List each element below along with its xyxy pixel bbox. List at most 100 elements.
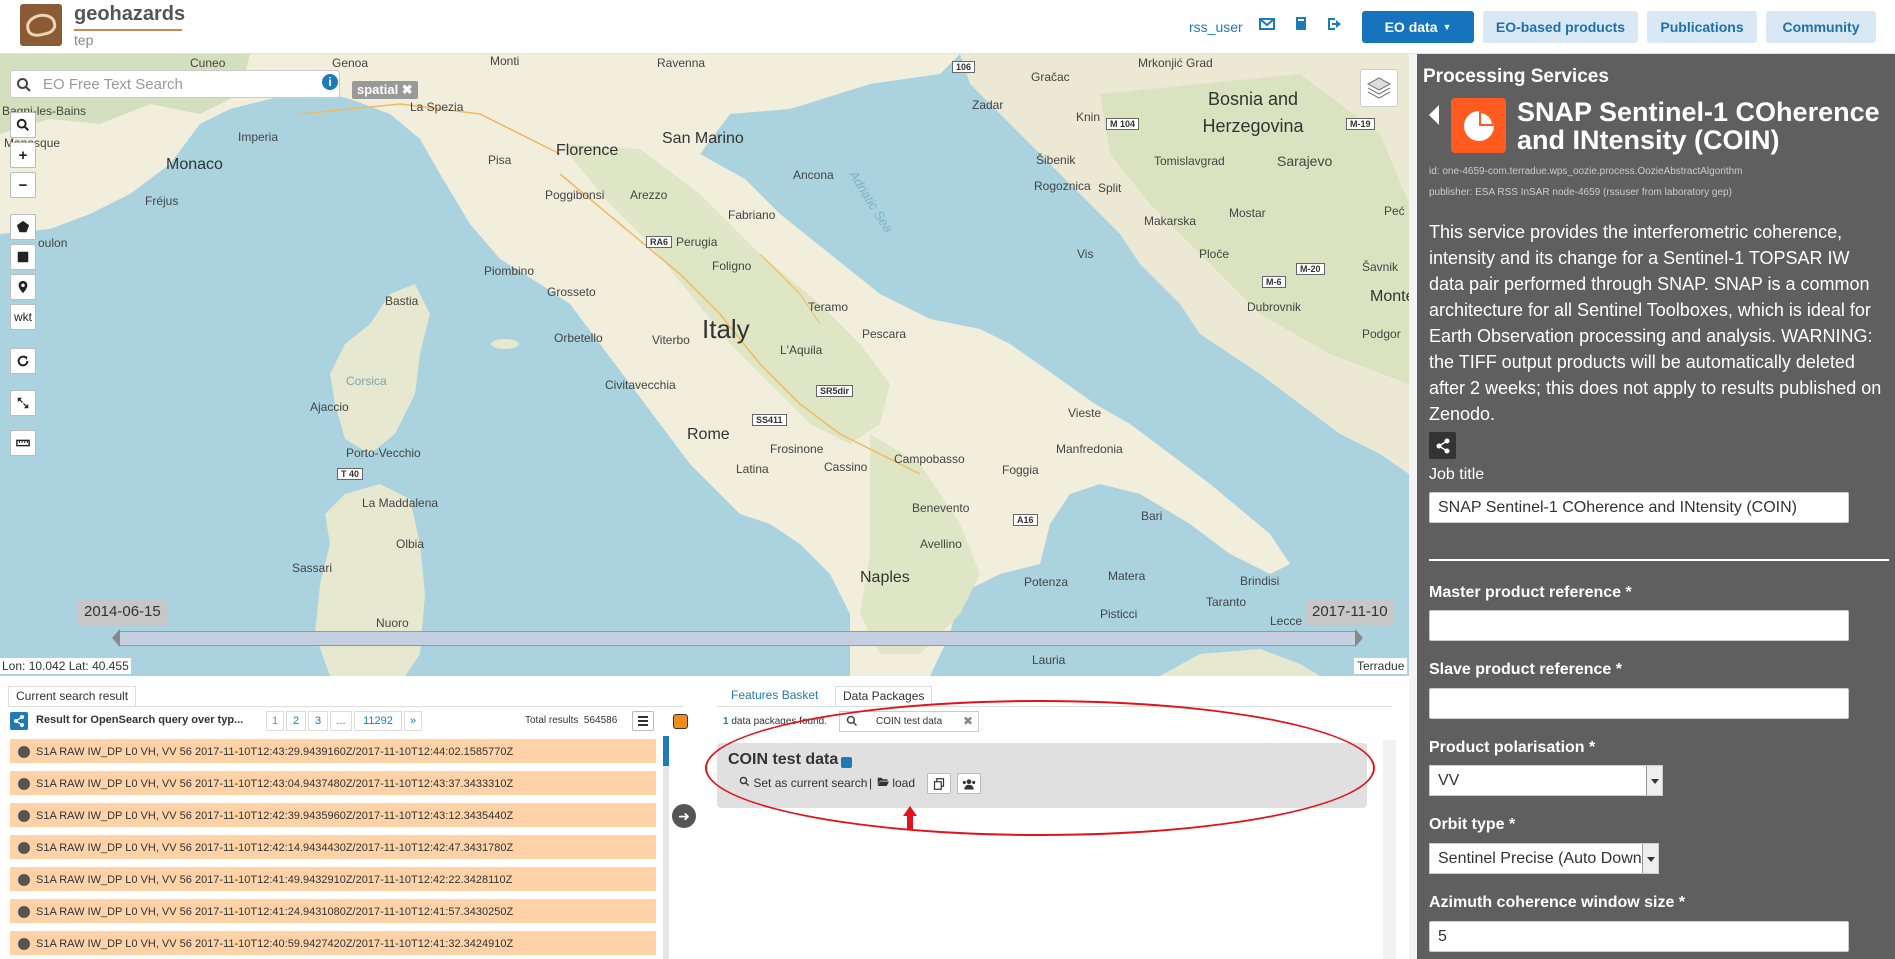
geohazards-logo-icon[interactable]	[20, 4, 62, 46]
eo-free-text-search[interactable]: EO Free Text Search	[10, 70, 340, 98]
map-label: Naples	[860, 569, 910, 586]
panel-title: Processing Services	[1423, 66, 1609, 87]
spatial-filter-tag[interactable]: spatial ✖	[352, 81, 418, 99]
share-icon[interactable]	[10, 712, 28, 730]
map-label: Ravenna	[657, 56, 706, 70]
search-result-row[interactable]: S1A RAW IW_DP L0 VH, VV 56 2017-11-10T12…	[10, 739, 656, 766]
map-label: Taranto	[1206, 595, 1247, 609]
search-result-row[interactable]: S1A RAW IW_DP L0 VH, VV 56 2017-11-10T12…	[10, 931, 656, 958]
panel-divider[interactable]	[1409, 54, 1417, 959]
logo-title[interactable]: geohazards	[74, 3, 185, 26]
service-id: id: one-4659-com.terradue.wps_oozie.proc…	[1429, 166, 1743, 177]
page-link[interactable]: ...	[330, 711, 352, 731]
search-icon	[16, 118, 29, 131]
sign-out-icon[interactable]	[1325, 16, 1345, 36]
timeline-slider-track[interactable]	[118, 631, 1356, 646]
layers-button[interactable]	[1360, 69, 1398, 107]
tab-features-basket[interactable]: Features Basket	[724, 686, 825, 706]
next-page-link[interactable]: »	[404, 711, 422, 731]
pie-chart-icon	[1451, 98, 1506, 153]
book-icon[interactable]	[1291, 16, 1311, 36]
slave-product-input[interactable]	[1429, 688, 1849, 719]
azimuth-window-input[interactable]: 5	[1429, 921, 1849, 952]
search-result-row[interactable]: S1A RAW IW_DP L0 VH, VV 56 2017-11-10T12…	[10, 835, 656, 862]
master-product-input[interactable]	[1429, 610, 1849, 641]
tab-current-search-result[interactable]: Current search result	[8, 686, 137, 706]
timeline-end-handle[interactable]	[1355, 629, 1363, 647]
map-label: Vis	[1077, 247, 1094, 261]
map-view[interactable]: Cuneo Genoa Monti Ravenna Gračac Mrkonji…	[0, 54, 1409, 676]
polarisation-select[interactable]: VV	[1429, 765, 1663, 796]
map-label: Florence	[556, 142, 619, 159]
rss-feed-icon[interactable]	[673, 714, 688, 729]
search-result-row[interactable]: S1A RAW IW_DP L0 VH, VV 56 2017-11-10T12…	[10, 867, 656, 894]
page-link[interactable]: 1	[266, 711, 284, 731]
chevron-down-icon[interactable]	[1646, 766, 1662, 795]
page-link[interactable]: 3	[308, 711, 328, 731]
map-label: Ajaccio	[310, 400, 349, 414]
page-link[interactable]: 11292	[354, 711, 402, 731]
draw-box-button[interactable]	[10, 244, 36, 270]
eo-products-button[interactable]: EO-based products	[1483, 11, 1638, 43]
road-shield: M-19	[1346, 118, 1375, 130]
map-label: Bosnia and Herzegovina	[1202, 89, 1304, 136]
map-label: oulon	[38, 236, 68, 250]
map-label: L'Aquila	[780, 343, 823, 357]
chevron-down-icon[interactable]	[1642, 844, 1658, 873]
results-scrollbar[interactable]	[663, 736, 669, 959]
community-button[interactable]: Community	[1766, 11, 1876, 43]
search-result-row[interactable]: S1A RAW IW_DP L0 VH, VV 56 2017-11-10T12…	[10, 803, 656, 830]
search-result-title: S1A RAW IW_DP L0 VH, VV 56 2017-11-10T12…	[36, 842, 514, 854]
caret-down-icon: ▼	[1442, 22, 1452, 32]
search-result-row[interactable]: S1A RAW IW_DP L0 VH, VV 56 2017-11-10T12…	[10, 771, 656, 798]
processing-services-panel: Processing Services SNAP Sentinel-1 COhe…	[1417, 54, 1895, 959]
map-label: Teramo	[808, 300, 849, 314]
results-scrollbar-thumb[interactable]	[663, 736, 669, 766]
measure-button[interactable]	[10, 430, 36, 456]
map-label: Sarajevo	[1277, 153, 1333, 169]
envelope-icon[interactable]	[1257, 16, 1277, 36]
wkt-button[interactable]: wkt	[10, 304, 36, 330]
map-label: Lauria	[1032, 653, 1066, 667]
zoom-in-button[interactable]: +	[10, 142, 36, 168]
packages-scrollbar[interactable]	[1383, 740, 1396, 959]
map-label: Peć	[1384, 204, 1405, 218]
eo-data-dropdown-button[interactable]: EO data ▼	[1362, 11, 1474, 43]
map-label: Arezzo	[630, 188, 668, 202]
timeline-start-handle[interactable]	[112, 629, 120, 647]
search-result-title: S1A RAW IW_DP L0 VH, VV 56 2017-11-10T12…	[36, 938, 514, 950]
draw-polygon-button[interactable]	[10, 214, 36, 240]
eo-data-label: EO data	[1384, 19, 1438, 35]
user-menu-link[interactable]: rss_user	[1189, 19, 1243, 35]
job-title-input[interactable]: SNAP Sentinel-1 COherence and INtensity …	[1429, 492, 1849, 523]
map-label: Split	[1098, 181, 1122, 195]
search-input-placeholder[interactable]: EO Free Text Search	[43, 76, 183, 93]
arrow-right-icon[interactable]: ➜	[672, 804, 696, 828]
search-tool-button[interactable]	[10, 112, 36, 138]
map-attribution[interactable]: Terradue	[1354, 658, 1408, 674]
publications-button[interactable]: Publications	[1647, 11, 1757, 43]
total-results-value: 564586	[583, 715, 618, 726]
map-label: Bastia	[385, 294, 419, 308]
refresh-button[interactable]	[10, 348, 36, 374]
draw-point-button[interactable]	[10, 274, 36, 300]
road-shield: 106	[952, 61, 976, 73]
arrow-up-annotation-icon	[903, 806, 917, 830]
back-caret-icon[interactable]	[1429, 105, 1439, 125]
tab-data-packages[interactable]: Data Packages	[835, 686, 933, 706]
expand-button[interactable]	[10, 390, 36, 416]
search-result-row[interactable]: S1A RAW IW_DP L0 VH, VV 56 2017-11-10T12…	[10, 899, 656, 926]
list-view-button[interactable]	[632, 711, 654, 731]
slave-product-label: Slave product reference *	[1429, 661, 1622, 678]
map-label: Monte	[1370, 288, 1409, 305]
ruler-icon	[16, 439, 30, 447]
polygon-icon	[16, 220, 30, 233]
map-label: Pisticci	[1100, 607, 1138, 621]
info-icon[interactable]: i	[322, 74, 338, 90]
map-label: Bari	[1141, 509, 1163, 523]
zoom-out-button[interactable]: −	[10, 172, 36, 198]
page-link[interactable]: 2	[286, 711, 306, 731]
share-service-button[interactable]	[1429, 432, 1456, 459]
orbit-type-select[interactable]: Sentinel Precise (Auto Download)	[1429, 843, 1659, 874]
map-label: Fréjus	[145, 194, 179, 208]
